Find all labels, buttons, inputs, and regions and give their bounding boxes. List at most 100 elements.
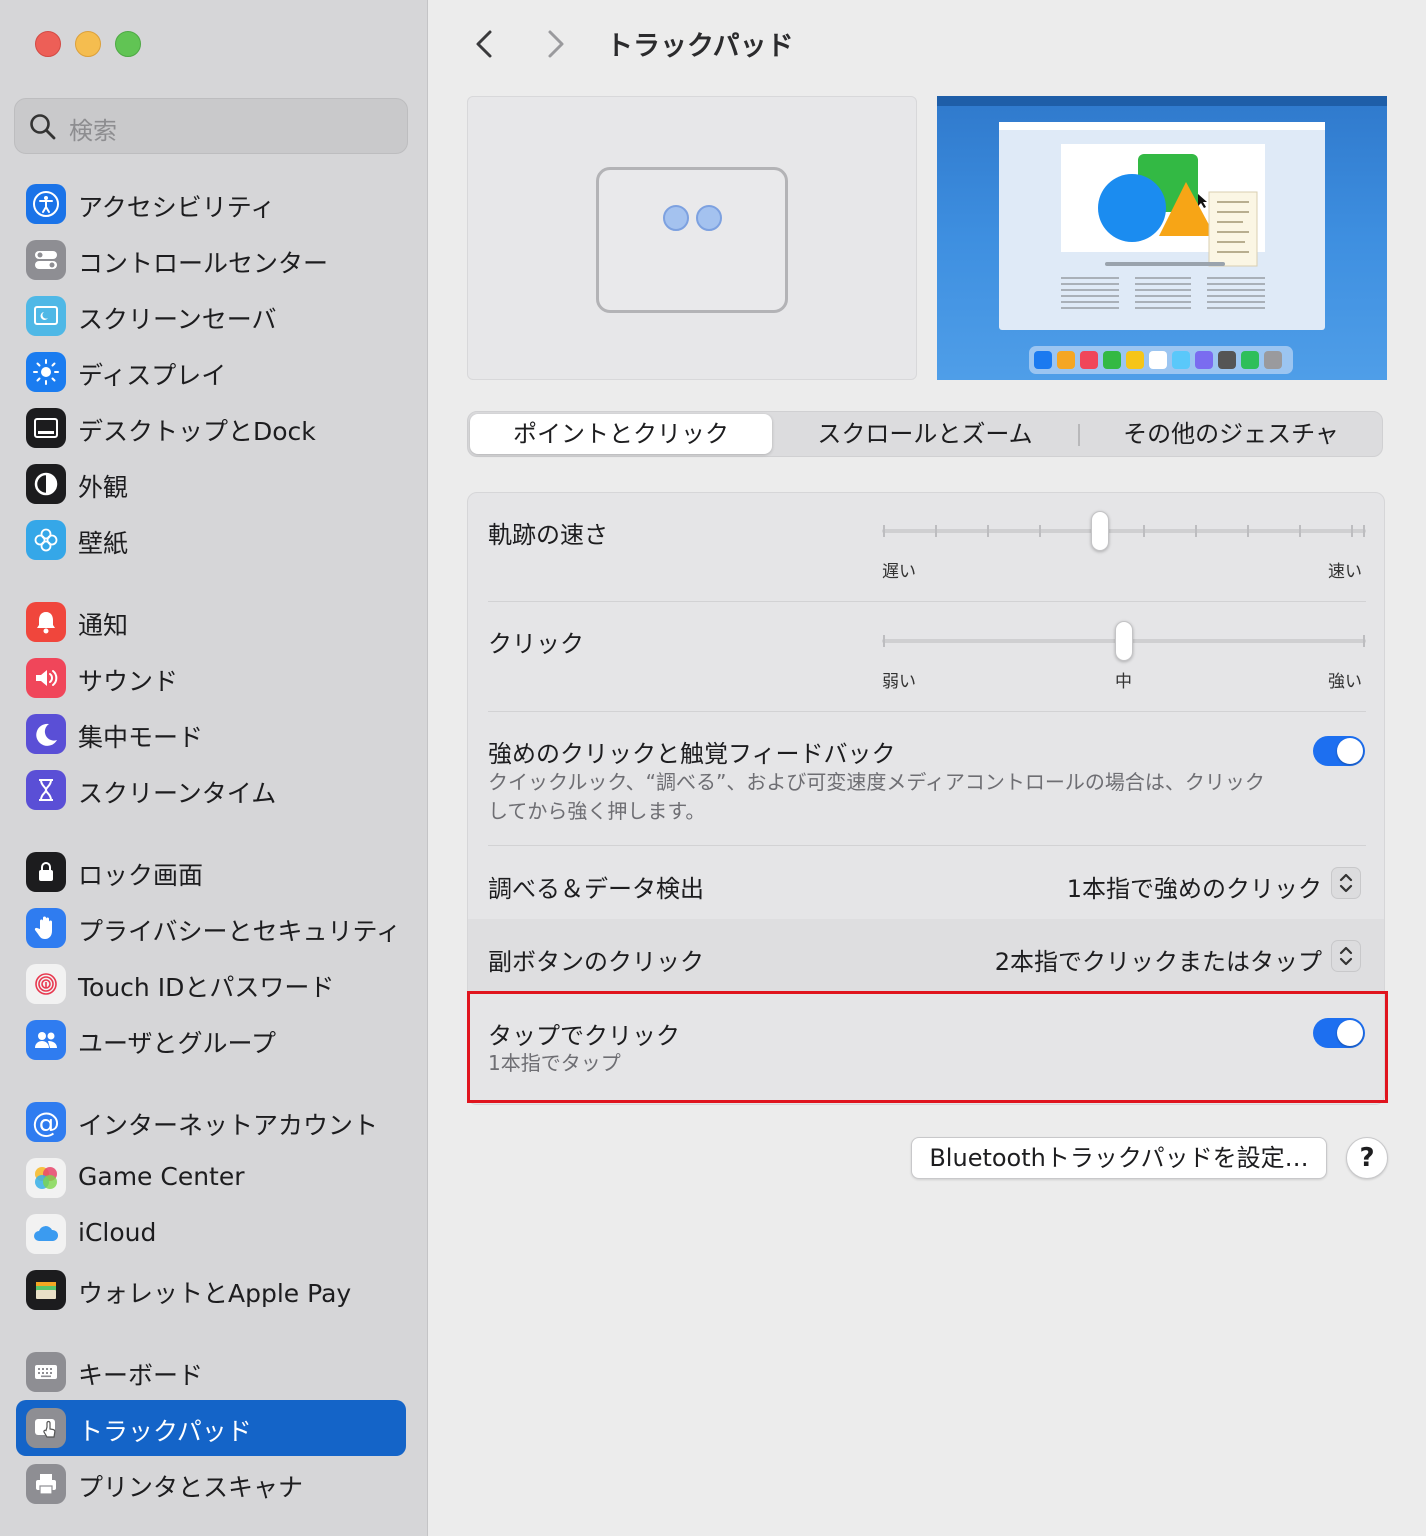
control-center-icon: [26, 240, 66, 280]
row-divider: [488, 711, 1366, 712]
trackpad-icon: [26, 1408, 66, 1448]
forward-chevron-icon[interactable]: [537, 26, 573, 62]
click-strength-slider[interactable]: [882, 621, 1366, 665]
sidebar-item-internet-accounts[interactable]: @ インターネットアカウント: [16, 1094, 406, 1150]
tracking-speed-label: 軌跡の速さ: [488, 521, 608, 549]
sidebar-item-printers-scanners[interactable]: プリンタとスキャナ: [16, 1456, 406, 1512]
finger-dot: [696, 205, 722, 231]
accessibility-icon: [26, 184, 66, 224]
sidebar-item-label: デスクトップとDock: [78, 417, 316, 446]
slider-tick: [1195, 525, 1197, 537]
sidebar-item-users-groups[interactable]: ユーザとグループ: [16, 1012, 406, 1068]
slider-mid-label: 中: [1115, 672, 1132, 692]
slider-knob[interactable]: [1090, 511, 1109, 551]
sidebar-item-desktop-dock[interactable]: デスクトップとDock: [16, 400, 406, 456]
sidebar-item-accessibility[interactable]: アクセシビリティ: [16, 176, 406, 232]
slider-track: [882, 529, 1366, 533]
slider-tick: [1299, 525, 1301, 537]
minimize-window-button[interactable]: [75, 31, 101, 57]
search-input[interactable]: 検索: [14, 98, 408, 154]
trackpad-illustration: [596, 167, 788, 313]
sidebar-item-label: 外観: [78, 473, 129, 502]
toggle-thumb: [1337, 738, 1363, 764]
sidebar-item-lock-screen[interactable]: ロック画面: [16, 844, 406, 900]
force-click-label: 強めのクリックと触覚フィードバック: [488, 740, 896, 768]
sidebar-item-notifications[interactable]: 通知: [16, 594, 406, 650]
slider-tick: [1363, 635, 1365, 647]
sidebar-item-screensaver[interactable]: スクリーンセーバ: [16, 288, 406, 344]
tab-point-and-click[interactable]: ポイントとクリック: [470, 414, 772, 454]
system-settings-window: 検索 アクセシビリティ コントロールセンター スクリーンセーバ ディスプレイ デ…: [0, 0, 1426, 1536]
tab-scroll-and-zoom[interactable]: スクロールとズーム: [774, 414, 1076, 454]
close-window-button[interactable]: [35, 31, 61, 57]
slider-tick: [883, 525, 885, 537]
sidebar-item-sound[interactable]: サウンド: [16, 650, 406, 706]
sidebar-item-label: ディスプレイ: [78, 361, 227, 390]
sidebar-item-icloud[interactable]: iCloud: [16, 1206, 406, 1262]
slider-knob[interactable]: [1115, 621, 1133, 661]
sidebar-item-label: トラックパッド: [78, 1417, 252, 1446]
sidebar-item-focus[interactable]: 集中モード: [16, 706, 406, 762]
lookup-popup-stepper[interactable]: [1331, 867, 1361, 899]
sidebar-item-label: アクセシビリティ: [78, 193, 276, 222]
search-placeholder: 検索: [69, 117, 117, 145]
sidebar-item-game-center[interactable]: Game Center: [16, 1150, 406, 1206]
printer-icon: [26, 1464, 66, 1504]
main-pane: トラックパッド ポイントとクリック スクロールとズーム その他のジェスチャ 軌跡…: [429, 0, 1426, 1536]
sidebar-item-label: コントロールセンター: [78, 249, 329, 278]
at-icon: @: [26, 1102, 66, 1142]
sidebar-item-label: 集中モード: [78, 723, 204, 752]
zoom-window-button[interactable]: [115, 31, 141, 57]
appearance-icon: [26, 464, 66, 504]
force-click-toggle[interactable]: [1313, 736, 1365, 766]
row-divider: [488, 845, 1366, 846]
setup-bluetooth-trackpad-button[interactable]: Bluetoothトラックパッドを設定…: [911, 1137, 1327, 1179]
sidebar-item-wallpaper[interactable]: 壁紙: [16, 512, 406, 568]
sidebar-item-label: プライバシーとセキュリティ: [78, 917, 402, 946]
keyboard-icon: [26, 1352, 66, 1392]
sound-icon: [26, 658, 66, 698]
secondary-click-popup-stepper[interactable]: [1331, 940, 1361, 972]
sidebar-item-wallet[interactable]: ウォレットとApple Pay: [16, 1262, 406, 1318]
desktop-preview-illustration: [937, 96, 1387, 374]
tab-more-gestures[interactable]: その他のジェスチャ: [1080, 414, 1382, 454]
updown-chevron-icon: [1339, 946, 1353, 966]
slider-min-label: 弱い: [882, 672, 916, 692]
help-button[interactable]: ?: [1346, 1137, 1388, 1179]
sidebar-item-keyboard[interactable]: キーボード: [16, 1344, 406, 1400]
lookup-popup-value[interactable]: 1本指で強めのクリック: [1067, 869, 1322, 904]
sidebar-item-touch-id[interactable]: Touch IDとパスワード: [16, 956, 406, 1012]
gesture-preview-video: [937, 96, 1387, 380]
sidebar-item-label: Touch IDとパスワード: [78, 973, 335, 1002]
icloud-icon: [26, 1214, 66, 1254]
tracking-speed-slider[interactable]: [882, 511, 1366, 555]
tab-segmented-control: ポイントとクリック スクロールとズーム その他のジェスチャ: [467, 411, 1383, 457]
slider-tick: [1351, 525, 1353, 537]
gesture-preview-trackpad: [467, 96, 917, 380]
updown-chevron-icon: [1339, 873, 1353, 893]
fingerprint-icon: [26, 964, 66, 1004]
sidebar-item-label: プリンタとスキャナ: [78, 1473, 304, 1502]
sidebar-item-label: スクリーンセーバ: [78, 305, 277, 334]
sidebar-item-label: スクリーンタイム: [78, 779, 277, 808]
slider-max-label: 強い: [1328, 672, 1362, 692]
sidebar-item-appearance[interactable]: 外観: [16, 456, 406, 512]
sidebar-item-privacy-security[interactable]: プライバシーとセキュリティ: [16, 900, 406, 956]
wallet-icon: [26, 1270, 66, 1310]
back-chevron-icon[interactable]: [467, 26, 503, 62]
game-center-icon: [26, 1158, 66, 1198]
privacy-hand-icon: [26, 908, 66, 948]
sidebar-item-control-center[interactable]: コントロールセンター: [16, 232, 406, 288]
finger-dot: [663, 205, 689, 231]
secondary-click-popup-value[interactable]: 2本指でクリックまたはタップ: [995, 942, 1322, 977]
users-icon: [26, 1020, 66, 1060]
screen-time-icon: [26, 770, 66, 810]
sidebar-item-screen-time[interactable]: スクリーンタイム: [16, 762, 406, 818]
sidebar-item-trackpad[interactable]: トラックパッド: [16, 1400, 406, 1456]
sidebar-item-display[interactable]: ディスプレイ: [16, 344, 406, 400]
sidebar-item-label: 通知: [78, 611, 129, 640]
screensaver-icon: [26, 296, 66, 336]
tap-to-click-highlight-box: [467, 991, 1388, 1103]
lock-screen-icon: [26, 852, 66, 892]
sidebar-item-label: サウンド: [78, 667, 179, 696]
